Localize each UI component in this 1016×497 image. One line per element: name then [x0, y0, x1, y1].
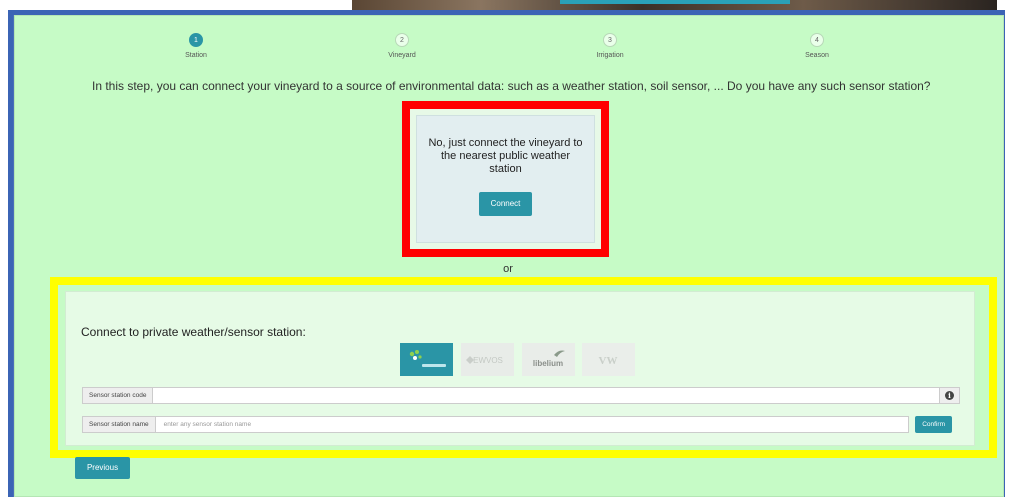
- step-station[interactable]: 1 Station: [156, 33, 236, 59]
- vw-logo-text: VW: [599, 355, 618, 367]
- step-number-badge: 2: [395, 33, 409, 47]
- previous-button[interactable]: Previous: [75, 457, 130, 479]
- private-station-highlight: Connect to private weather/sensor statio…: [50, 277, 997, 458]
- libelium-logo[interactable]: libelium: [522, 343, 575, 376]
- info-icon: i: [945, 391, 954, 400]
- private-station-panel: Connect to private weather/sensor statio…: [65, 291, 975, 446]
- public-station-message: No, just connect the vineyard to the nea…: [428, 137, 583, 175]
- public-station-highlight: No, just connect the vineyard to the nea…: [402, 101, 609, 257]
- libelium-logo-text: libelium: [533, 359, 563, 368]
- station-code-label: Sensor station code: [82, 387, 154, 404]
- step-label: Vineyard: [388, 52, 416, 59]
- ewvos-logo[interactable]: EWVOS: [461, 343, 514, 376]
- vendor-logo-1[interactable]: [400, 343, 453, 376]
- info-button[interactable]: i: [940, 387, 960, 404]
- station-name-label: Sensor station name: [82, 416, 156, 433]
- or-divider: or: [503, 263, 513, 275]
- ewvos-logo-text: EWVOS: [473, 356, 503, 365]
- step-label: Season: [805, 52, 829, 59]
- step-vineyard[interactable]: 2 Vineyard: [362, 33, 442, 59]
- step-irrigation[interactable]: 3 Irrigation: [570, 33, 650, 59]
- public-station-card: No, just connect the vineyard to the nea…: [416, 115, 595, 243]
- step-label: Station: [185, 52, 207, 59]
- station-code-row: Sensor station code i: [82, 387, 960, 404]
- step-number-badge: 3: [603, 33, 617, 47]
- step-number-badge: 4: [810, 33, 824, 47]
- step-label: Irrigation: [596, 52, 624, 59]
- step-number-badge: 1: [189, 33, 203, 47]
- station-code-input[interactable]: [153, 387, 940, 404]
- step-season[interactable]: 4 Season: [777, 33, 857, 59]
- station-name-row: Sensor station name enter any sensor sta…: [82, 416, 952, 433]
- vw-logo[interactable]: VW: [582, 343, 635, 376]
- confirm-button[interactable]: Confirm: [915, 416, 952, 433]
- station-name-input[interactable]: enter any sensor station name: [155, 416, 910, 433]
- photo-accent-bar: [560, 0, 790, 4]
- private-station-title: Connect to private weather/sensor statio…: [81, 325, 306, 339]
- connect-button[interactable]: Connect: [479, 192, 532, 216]
- intro-text: In this step, you can connect your viney…: [92, 79, 931, 93]
